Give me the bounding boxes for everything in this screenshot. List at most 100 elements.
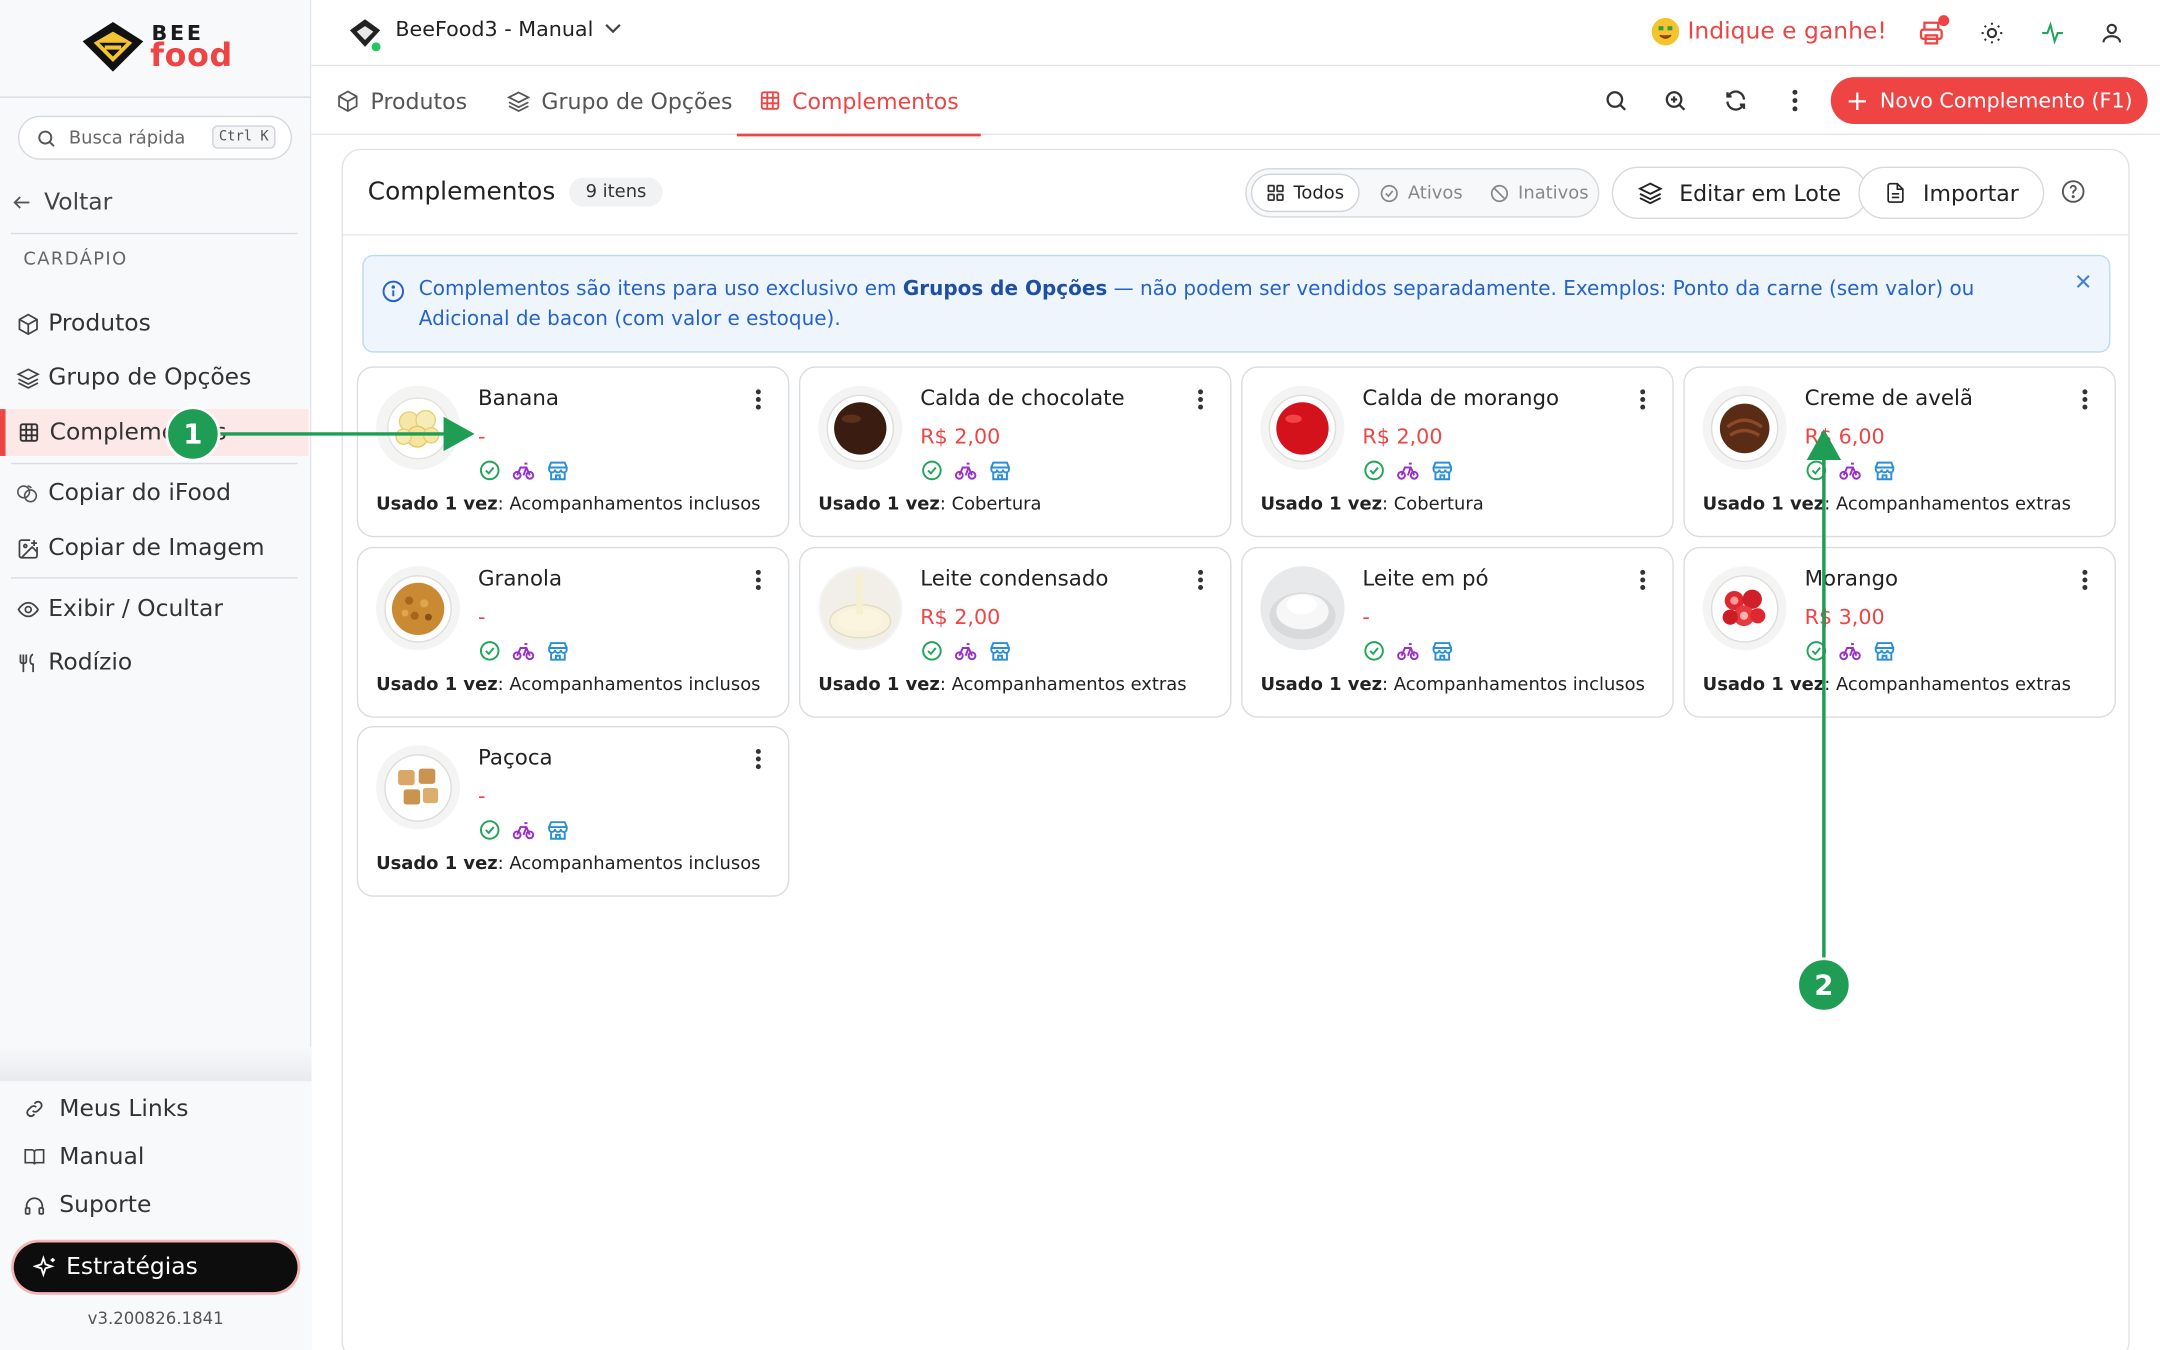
complement-price: R$ 2,00 (920, 424, 1001, 450)
sidebar-item-copiar-imagem[interactable]: Copiar de Imagem (0, 525, 309, 572)
channel-icons (920, 459, 1012, 482)
usage-group: Acompanhamentos inclusos (509, 494, 761, 516)
complement-price: R$ 2,00 (1362, 424, 1443, 450)
theme-toggle-sun-icon[interactable] (1977, 18, 2007, 48)
more-vertical-icon[interactable] (1780, 85, 1810, 115)
complement-card[interactable]: Leite condensado R$ 2,00 Usado 1 vez: Ac… (798, 546, 1232, 718)
table-icon (17, 420, 42, 445)
tab-grupo-de-opcoes[interactable]: Grupo de Opções (506, 66, 733, 135)
referral-link[interactable]: Indique e ganhe! (1651, 17, 1887, 46)
filter-todos[interactable]: Todos (1250, 173, 1360, 213)
complement-price: - (1362, 604, 1370, 630)
app-logo[interactable]: BEE food (80, 19, 245, 80)
zoom-search-icon[interactable] (1660, 85, 1690, 115)
usage-prefix: Usado 1 vez (376, 494, 498, 516)
book-icon (22, 1146, 47, 1168)
usage-group: Cobertura (1393, 494, 1484, 516)
complement-name: Granola (478, 566, 563, 591)
box-icon (336, 89, 359, 112)
more-vertical-icon[interactable] (745, 386, 770, 414)
complement-card[interactable]: Leite em pó - Usado 1 vez: Acompanhament… (1241, 546, 1674, 718)
more-vertical-icon[interactable] (2072, 566, 2097, 594)
new-complement-button[interactable]: + Novo Complemento (F1) (1830, 77, 2148, 124)
page-title: Complementos (367, 177, 556, 207)
sidebar-item-complementos[interactable]: Complementos (0, 409, 309, 456)
back-link[interactable]: Voltar (11, 188, 113, 217)
channel-icons (1805, 639, 1897, 662)
sidebar-item-grupo-de-opcoes[interactable]: Grupo de Opções (0, 354, 309, 401)
usage-group: Acompanhamentos extras (1835, 494, 2071, 516)
eye-icon (15, 596, 40, 621)
more-vertical-icon[interactable] (1187, 566, 1212, 594)
sidebar-item-meus-links[interactable]: Meus Links (22, 1095, 189, 1123)
divider (343, 234, 2129, 236)
batch-edit-button[interactable]: Editar em Lote (1611, 166, 1868, 220)
user-icon[interactable] (2097, 18, 2127, 48)
import-button[interactable]: Importar (1858, 166, 2045, 220)
complement-card[interactable]: Calda de chocolate R$ 2,00 Usado 1 vez: … (798, 366, 1232, 538)
search-icon[interactable] (1601, 85, 1631, 115)
store-icon (988, 639, 1013, 662)
usage-prefix: Usado 1 vez (1702, 494, 1825, 516)
complement-card[interactable]: Creme de avelã R$ 6,00 Usado 1 vez: Acom… (1683, 366, 2116, 538)
usage-group: Acompanhamentos inclusos (509, 854, 761, 875)
help-icon[interactable] (2061, 179, 2086, 204)
sidebar-item-rodizio[interactable]: Rodízio (0, 639, 309, 686)
active-check-icon (478, 459, 501, 482)
batch-edit-label: Editar em Lote (1679, 179, 1842, 206)
strategies-button[interactable]: Estratégias (13, 1242, 298, 1293)
food-image-strawberries (1702, 566, 1787, 651)
filter-inativos[interactable]: Inativos (1475, 174, 1602, 213)
complement-card[interactable]: Morango R$ 3,00 Usado 1 vez: Acompanhame… (1683, 546, 2116, 718)
delivery-bike-icon (953, 639, 978, 662)
more-vertical-icon[interactable] (2072, 386, 2097, 414)
new-complement-label: Novo Complemento (F1) (1879, 88, 2133, 113)
usage-prefix: Usado 1 vez (1260, 674, 1383, 696)
delivery-bike-icon (1838, 459, 1863, 482)
sidebar-item-suporte[interactable]: Suporte (22, 1192, 151, 1219)
activity-icon[interactable] (2037, 18, 2067, 48)
sidebar-item-exibir-ocultar[interactable]: Exibir / Ocultar (0, 585, 309, 632)
delivery-bike-icon (511, 639, 536, 662)
search-icon (38, 130, 55, 147)
sidebar-item-label: Rodízio (48, 648, 133, 677)
strategies-label: Estratégias (66, 1253, 198, 1282)
more-vertical-icon[interactable] (1630, 566, 1655, 594)
more-vertical-icon[interactable] (1630, 386, 1655, 414)
box-icon (15, 311, 40, 336)
store-icon (1872, 459, 1897, 482)
usage-group: Acompanhamentos extras (1835, 674, 2071, 696)
more-vertical-icon[interactable] (1187, 386, 1212, 414)
active-check-icon (920, 459, 943, 482)
sidebar-item-copiar-ifood[interactable]: Copiar do iFood (0, 470, 309, 517)
more-vertical-icon[interactable] (745, 566, 770, 594)
filter-ativos[interactable]: Ativos (1365, 174, 1476, 213)
tab-produtos[interactable]: Produtos (336, 66, 467, 135)
complement-card[interactable]: Calda de morango R$ 2,00 Usado 1 vez: Co… (1241, 366, 1674, 538)
section-label: CARDÁPIO (23, 249, 128, 270)
layers-icon (506, 89, 531, 112)
sidebar-item-produtos[interactable]: Produtos (0, 300, 309, 347)
store-icon (1430, 459, 1455, 482)
close-icon[interactable]: ✕ (2074, 269, 2092, 295)
back-label: Voltar (44, 188, 113, 217)
complement-card[interactable]: Banana - Usado 1 vez: Acompanhamentos in… (356, 366, 790, 538)
usage-group: Acompanhamentos inclusos (1393, 674, 1645, 696)
more-vertical-icon[interactable] (745, 745, 770, 773)
complement-card[interactable]: Granola - Usado 1 vez: Acompanhamentos i… (356, 546, 790, 718)
tab-complementos[interactable]: Complementos (736, 66, 981, 137)
store-selector[interactable]: BeeFood3 - Manual (347, 17, 621, 53)
complement-name: Leite em pó (1362, 566, 1489, 591)
printer-icon[interactable] (1916, 15, 1950, 48)
quick-search-input[interactable]: Busca rápida Ctrl K (17, 115, 293, 160)
food-image-strawberry-sauce (1260, 385, 1345, 470)
image-edit-icon (15, 536, 40, 561)
complement-card[interactable]: Paçoca - Usado 1 vez: Acompanhamentos in… (356, 725, 790, 897)
info-text-bold: Grupos de Opções (902, 278, 1108, 301)
app-version: v3.200826.1841 (87, 1308, 224, 1328)
active-check-icon (1805, 459, 1828, 482)
complement-price: - (478, 783, 486, 809)
sidebar-item-manual[interactable]: Manual (22, 1143, 144, 1171)
active-check-icon (1362, 459, 1385, 482)
refresh-icon[interactable] (1721, 85, 1751, 115)
